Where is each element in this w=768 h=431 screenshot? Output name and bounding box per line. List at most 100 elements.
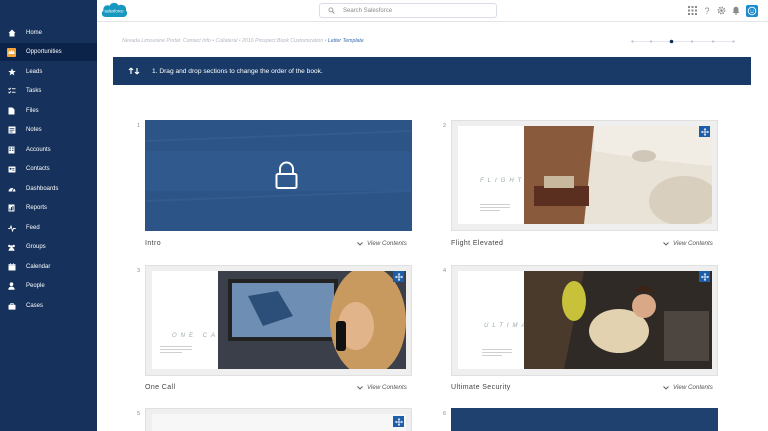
sidebar-item-label: Calendar [26,264,51,270]
sidebar-item-label: Tasks [26,88,42,94]
salesforce-logo[interactable]: salesforce [100,1,128,20]
phone-call-photo [218,271,406,369]
page-text-lines [482,349,512,358]
page-text-lines [480,204,510,213]
sidebar-item-home[interactable]: Home [0,24,97,42]
section-number: 5 [137,411,141,417]
groups-icon [7,243,16,252]
move-arrows-icon [394,272,403,281]
calendar-icon [7,263,16,272]
dashboard-icon [7,185,16,194]
sidebar-item-people[interactable]: People [0,277,97,295]
section-thumbnail [451,408,718,431]
home-icon [7,29,16,38]
section-thumbnail [145,120,412,231]
sidebar-item-label: Groups [26,244,46,250]
building-icon [7,146,16,155]
app-launcher-icon[interactable] [688,6,697,15]
chevron-down-icon [663,241,669,246]
sidebar-item-label: Contacts [26,166,50,172]
section-number: 4 [443,268,447,274]
chevron-down-icon [663,385,669,390]
move-arrows-icon [700,127,709,136]
sidebar-nav: Home Opportunities Leads Tasks Files Not… [0,0,97,431]
sidebar-item-tasks[interactable]: Tasks [0,82,97,100]
breadcrumb-path[interactable]: Nevada Limousine Portal: Contact Info • … [122,38,328,44]
sidebar-item-label: Home [26,30,43,36]
section-thumbnail: ONE CALL [145,265,412,376]
notification-bell-icon[interactable] [732,6,740,15]
sidebar-item-label: Reports [26,205,48,211]
page-spread [152,414,406,431]
breadcrumb-current: Letter Template [327,38,364,44]
sidebar-item-calendar[interactable]: Calendar [0,258,97,276]
gear-icon[interactable] [717,6,726,15]
page-left: ONE CALL [152,271,230,369]
sidebar-item-label: Accounts [26,147,51,153]
child-and-dog-photo [524,271,712,369]
section-thumbnail: FLIGHT ELEVATED [451,120,718,231]
breadcrumb: Nevada Limousine Portal: Contact Info • … [122,38,364,44]
move-arrows-icon [394,417,403,426]
sidebar-item-reports[interactable]: Reports [0,199,97,217]
sidebar-item-label: Dashboards [26,186,59,192]
sidebar-item-contacts[interactable]: Contacts [0,160,97,178]
drag-move-handle[interactable] [393,416,404,427]
global-search-input[interactable]: Search Salesforce [319,3,497,18]
section-title: Intro [145,240,162,247]
contact-card-icon [7,165,16,174]
section-thumbnail: ULTIMATE SECURITY [451,265,718,376]
view-contents-link[interactable]: View Contents [357,384,407,391]
view-contents-link[interactable]: View Contents [663,240,713,247]
view-contents-label: View Contents [673,240,713,247]
view-contents-link[interactable]: View Contents [357,240,407,247]
chevron-down-icon [357,385,363,390]
step-instruction-banner: 1. Drag and drop sections to change the … [113,57,751,85]
sidebar-item-label: People [26,283,45,289]
section-title: Flight Elevated [451,240,504,247]
sidebar-item-label: Opportunities [26,49,62,55]
section-number: 6 [443,411,447,417]
step-instruction-text: 1. Drag and drop sections to change the … [152,67,323,75]
lock-icon [275,161,298,195]
jet-cabin-photo [524,126,712,224]
sidebar-item-label: Cases [26,303,44,309]
page-text-lines [160,346,192,355]
report-icon [7,204,16,213]
page-left: FLIGHT ELEVATED [458,126,590,224]
sidebar-item-files[interactable]: Files [0,102,97,120]
drag-move-handle[interactable] [699,126,710,137]
section-number: 3 [137,268,141,274]
sidebar-item-leads[interactable]: Leads [0,63,97,81]
user-avatar[interactable] [746,4,758,17]
pulse-icon [7,224,16,233]
note-icon [7,126,16,135]
star-icon [7,68,16,77]
drag-move-handle[interactable] [699,271,710,282]
sidebar-item-label: Feed [26,225,40,231]
drag-move-handle[interactable] [393,271,404,282]
sidebar-item-groups[interactable]: Groups [0,238,97,256]
section-thumbnail [145,408,412,431]
sidebar-item-label: Files [26,108,39,114]
sidebar-item-dashboards[interactable]: Dashboards [0,180,97,198]
help-icon[interactable]: ? [703,6,711,15]
sidebar-item-cases[interactable]: Cases [0,297,97,315]
checklist-icon [7,87,16,96]
sidebar-item-label: Leads [26,69,43,75]
view-contents-label: View Contents [367,240,407,247]
sidebar-item-notes[interactable]: Notes [0,121,97,139]
svg-text:?: ? [704,6,709,15]
drag-reorder-icon [128,65,140,77]
page-left: ULTIMATE SECURITY [458,271,609,369]
header-utility-icons: ? [688,4,758,17]
sidebar-item-opportunities[interactable]: Opportunities [0,43,97,61]
sidebar-item-label: Notes [26,127,42,133]
view-contents-link[interactable]: View Contents [663,384,713,391]
sidebar-item-feed[interactable]: Feed [0,219,97,237]
sidebar-item-accounts[interactable]: Accounts [0,141,97,159]
view-contents-label: View Contents [367,384,407,391]
section-number: 2 [443,123,447,129]
section-title: Ultimate Security [451,384,511,391]
person-icon [7,282,16,291]
